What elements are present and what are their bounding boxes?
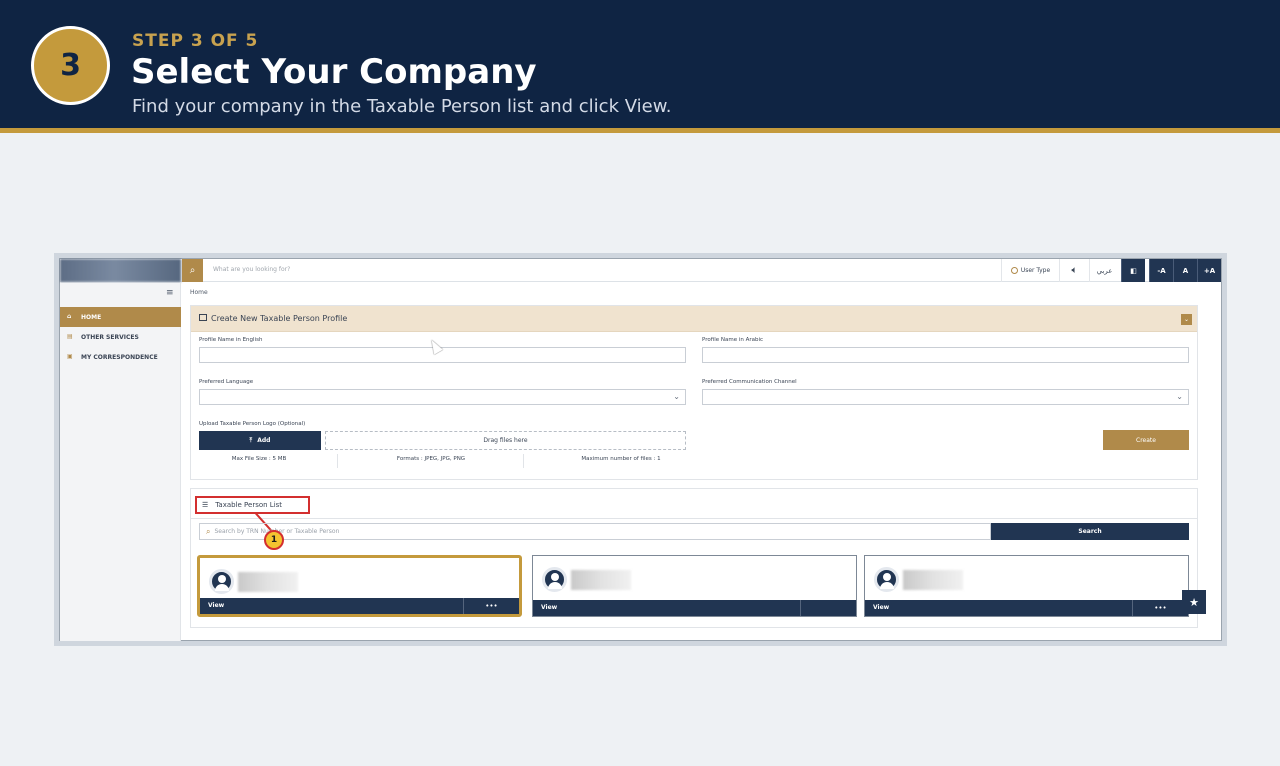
sidebar-item-label: MY CORRESPONDENCE [81,353,158,361]
view-button[interactable]: View [208,602,224,609]
formats-note: Formats : JPEG, JPG, PNG [396,456,466,462]
sidebar-item-label: HOME [81,313,102,321]
document-icon: ▤ [67,333,73,340]
card-footer: View [533,600,856,616]
portal-topbar: ⌕ What are you looking for? User Type 🔈︎… [60,259,1221,282]
taxable-person-card[interactable]: View [532,555,857,617]
step-number-badge: 3 [31,26,110,105]
create-profile-panel: Create New Taxable Person Profile ⌄ Prof… [190,305,1198,480]
avatar-icon [209,569,234,594]
step-title: Select Your Company [131,52,537,92]
avatar-icon [874,567,899,592]
more-options-icon[interactable]: ••• [1132,600,1188,616]
add-logo-label: Add [257,437,271,444]
more-options-icon[interactable]: ••• [463,598,519,614]
step-subtitle: Find your company in the Taxable Person … [132,96,672,117]
file-drop-zone[interactable]: Drag files here [325,431,686,450]
hamburger-menu-icon[interactable]: ≡ [166,288,174,298]
company-name-blurred [238,572,298,592]
portal-frame: ⌕ What are you looking for? User Type 🔈︎… [59,258,1222,641]
step-header: 3 STEP 3 OF 5 Select Your Company Find y… [0,0,1280,128]
card-footer: View ••• [200,598,519,614]
search-icon: ⌕ [206,526,211,536]
upload-icon: ⤒ [249,436,253,444]
note-separator [523,454,524,468]
card-footer: View ••• [865,600,1188,616]
chevron-down-icon: ⌄ [1176,392,1183,401]
name-ar-input[interactable] [702,347,1189,363]
chevron-down-icon: ⌄ [673,392,680,401]
add-logo-button[interactable]: ⤒ Add [199,431,321,450]
note-separator [337,454,338,468]
home-icon: ⌂ [67,313,72,320]
language-toggle[interactable]: عربي [1089,259,1119,282]
font-increase-button[interactable]: +A [1197,259,1221,282]
user-type-button[interactable]: User Type [1001,259,1059,282]
chevron-down-icon[interactable]: ⌄ [1181,314,1192,325]
search-icon[interactable]: ⌕ [182,259,203,282]
max-file-size-note: Max File Size : 5 MB [231,456,287,462]
view-button[interactable]: View [873,604,889,611]
logo-upload-label: Upload Taxable Person Logo (Optional) [199,421,306,427]
sidebar-item-other-services[interactable]: ▤ OTHER SERVICES [60,327,181,347]
pref-lang-label: Preferred Language [199,379,254,385]
search-button[interactable]: Search [991,523,1189,540]
header-divider [0,128,1280,133]
view-button[interactable]: View [541,604,557,611]
pref-channel-select[interactable]: ⌄ [702,389,1189,405]
name-en-label: Profile Name in English [199,337,263,343]
taxable-person-search-input[interactable]: ⌕ Search by TRN Number or Taxable Person [199,523,991,540]
taxable-person-list-panel: ☰ Taxable Person List ⌕ Search by TRN Nu… [190,488,1198,628]
callout-badge: 1 [264,530,284,550]
font-decrease-button[interactable]: -A [1149,259,1173,282]
user-type-label: User Type [1020,267,1051,274]
company-name-blurred [571,570,631,590]
list-title-highlight: ☰ Taxable Person List [195,496,310,514]
company-name-blurred [903,570,963,590]
portal-logo-blurred [60,259,181,282]
pref-lang-select[interactable]: ⌄ [199,389,686,405]
list-title: Taxable Person List [215,501,283,509]
pref-channel-label: Preferred Communication Channel [702,379,797,385]
font-normal-button[interactable]: A [1173,259,1197,282]
portal-screenshot: ⌕ What are you looking for? User Type 🔈︎… [54,253,1227,646]
name-ar-label: Profile Name in Arabic [702,337,764,343]
briefcase-icon [199,314,207,321]
avatar-icon [542,567,567,592]
max-files-note: Maximum number of files : 1 [581,456,661,462]
list-icon: ☰ [202,501,209,509]
create-panel-title: Create New Taxable Person Profile [211,314,348,323]
user-icon [1010,267,1018,274]
step-kicker: STEP 3 OF 5 [132,31,259,51]
sidebar-item-label: OTHER SERVICES [81,333,139,341]
create-panel-header[interactable]: Create New Taxable Person Profile ⌄ [191,306,1197,332]
contrast-icon[interactable]: ◧ [1121,259,1145,282]
star-icon[interactable]: ★ [1182,590,1206,614]
sidebar-item-my-correspondence[interactable]: ▣ MY CORRESPONDENCE [60,347,181,367]
taxable-person-card[interactable]: View ••• [197,555,522,617]
portal-sidebar: ≡ ⌂ HOME ▤ OTHER SERVICES ▣ MY CORRESPON… [60,283,181,641]
sidebar-item-home[interactable]: ⌂ HOME [60,307,181,327]
global-search-input[interactable]: What are you looking for? [213,266,290,273]
speaker-icon[interactable]: 🔈︎ [1059,259,1089,282]
list-divider [191,518,1197,519]
more-options-icon[interactable] [800,600,856,616]
breadcrumb[interactable]: Home [190,289,208,296]
taxable-person-card[interactable]: View ••• [864,555,1189,617]
mail-icon: ▣ [67,353,73,360]
create-button[interactable]: Create [1103,430,1189,450]
